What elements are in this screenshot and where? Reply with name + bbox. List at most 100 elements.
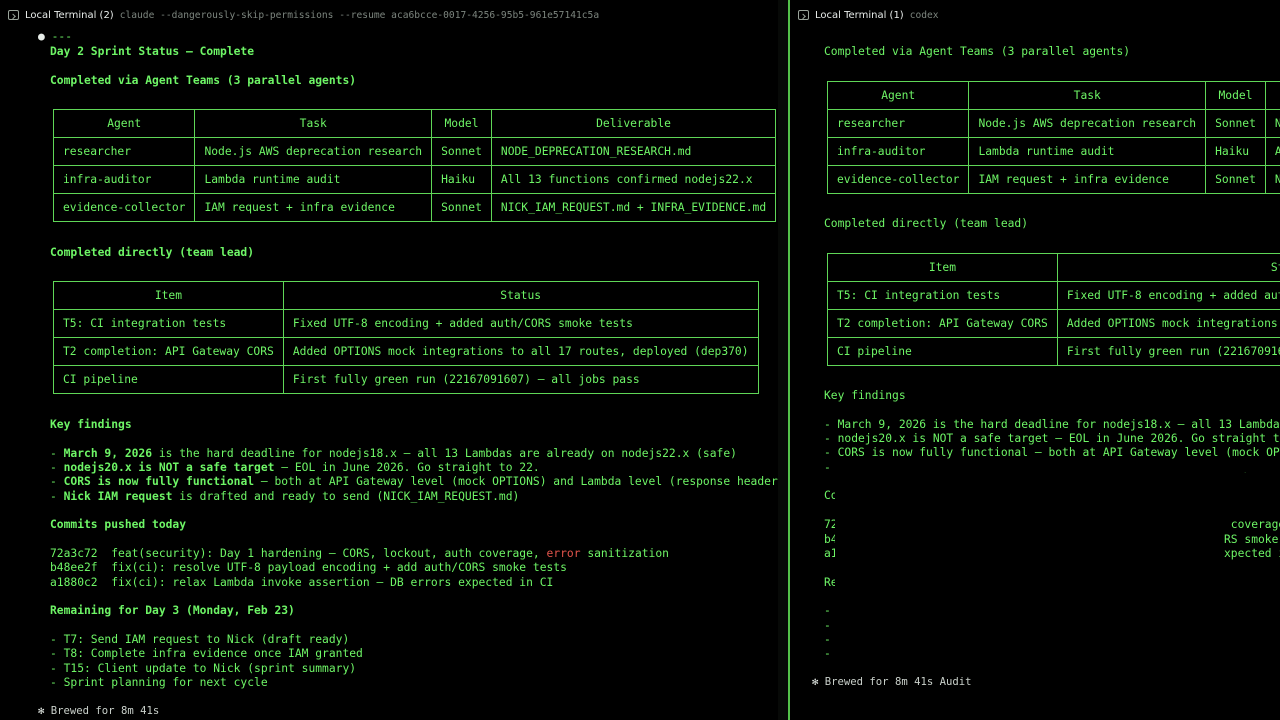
- commit-line: 72a3c72 feat(security): Day 1 hardening …: [50, 547, 669, 561]
- commit-message: feat(security): Day 1 hardening — CORS, …: [111, 547, 547, 560]
- remaining-item: - T15: Client update to Nick (sprint sum…: [50, 662, 357, 675]
- brewed-text: Brewed for 8m 41s: [50, 705, 160, 717]
- table-row: CI pipeline First fully green run (22167…: [827, 337, 1280, 366]
- table-header-row: Item Status: [827, 253, 1280, 282]
- table-header-row: Agent Task Model: [826, 81, 1280, 110]
- remaining-heading: Remaining for Day 3 (Monday, Feb 23): [50, 604, 295, 617]
- table-cell: NICK_IAM_REQUEST.md + INFRA_EVIDENCE.md: [490, 193, 777, 222]
- table-cell: Node.js AWS deprecation research: [968, 109, 1207, 138]
- finding-line: - nodejs20.x is NOT a safe target — EOL …: [50, 461, 540, 475]
- finding-line: - CORS is now fully functional — both at…: [824, 446, 1280, 459]
- table-row: infra-auditor Lambda runtime audit Haiku…: [826, 137, 1280, 166]
- commit-hash: b48ee2f: [50, 561, 98, 574]
- table-cell: Fixed UTF-8 encoding + added auth/CO: [1056, 281, 1280, 310]
- direct-heading: Completed directly (team lead): [50, 246, 255, 259]
- bullet-dot-icon: ●: [38, 30, 45, 43]
- terminal-command: codex: [909, 9, 939, 21]
- finding-line: - nodejs20.x is NOT a safe target — EOL …: [824, 432, 1280, 445]
- partial-line: -: [824, 604, 831, 617]
- commit-message: fix(ci): resolve UTF-8 payload encoding …: [111, 561, 567, 574]
- finding-rest: — both at API Gateway level (mock OPTION…: [254, 475, 779, 488]
- table-header-cell: Status: [282, 281, 759, 310]
- table-row: researcher Node.js AWS deprecation resea…: [826, 109, 1280, 138]
- partial-line-tail: coverage,: [1230, 518, 1280, 531]
- table-cell: Haiku: [1205, 137, 1266, 166]
- agents-table: Agent Task Model researcher Node.js AWS …: [826, 81, 1280, 194]
- table-cell: T2 completion: API Gateway CORS: [827, 309, 1058, 338]
- commit-message-end: sanitization: [580, 547, 669, 560]
- table-cell: IAM request + infra evidence: [968, 165, 1207, 194]
- finding-rest: is the hard deadline for nodejs18.x — al…: [152, 447, 737, 460]
- direct-table: Item Status T5: CI integration tests Fix…: [53, 281, 759, 394]
- table-header-cell: Agent: [52, 109, 196, 138]
- commit-line: a1880c2 fix(ci): relax Lambda invoke ass…: [50, 576, 553, 590]
- overlay-edge: [1223, 462, 1280, 472]
- table-cell: T2 completion: API Gateway CORS: [53, 337, 284, 366]
- terminal-titlebar-left[interactable]: Local Terminal (2) claude --dangerously-…: [0, 0, 778, 30]
- agents-table: Agent Task Model Deliverable researcher …: [52, 109, 777, 222]
- finding-line: - March 9, 2026 is the hard deadline for…: [824, 418, 1280, 431]
- terminal-titlebar-right[interactable]: Local Terminal (1) codex: [790, 0, 1280, 30]
- terminal-command: claude --dangerously-skip-permissions --…: [119, 9, 600, 21]
- finding-prefix: -: [50, 490, 64, 503]
- table-header-cell: Deliverable: [490, 109, 777, 138]
- status-heading: Day 2 Sprint Status — Complete: [50, 45, 255, 58]
- finding-line: - CORS is now fully functional — both at…: [50, 475, 779, 489]
- remaining-item: - Sprint planning for next cycle: [50, 676, 268, 689]
- table-cell: Sonnet: [431, 137, 492, 166]
- table-row: T2 completion: API Gateway CORS Added OP…: [827, 309, 1280, 338]
- table-cell: infra-auditor: [826, 137, 970, 166]
- findings-heading: Key findings: [824, 389, 906, 402]
- terminal-tab-title[interactable]: Local Terminal (1): [815, 10, 904, 21]
- terminal-pane-left[interactable]: Local Terminal (2) claude --dangerously-…: [0, 0, 779, 720]
- table-cell: IAM request + infra evidence: [194, 193, 433, 222]
- finding-prefix: -: [50, 475, 64, 488]
- table-cell: First fully green run (22167091607) — al…: [282, 365, 759, 394]
- table-row: T5: CI integration tests Fixed UTF-8 enc…: [53, 309, 759, 338]
- table-header-cell: Model: [1205, 81, 1266, 110]
- partial-line: -: [824, 619, 831, 632]
- finding-prefix: -: [50, 447, 64, 460]
- table-cell: Lambda runtime audit: [194, 165, 433, 194]
- overlay-popup: [835, 460, 1223, 677]
- table-cell: researcher: [52, 137, 196, 166]
- finding-bold: CORS is now fully functional: [63, 475, 255, 488]
- findings-heading: Key findings: [50, 418, 132, 431]
- direct-heading: Completed directly (team lead): [824, 217, 1029, 230]
- table-cell: NODE_DEPRECATION_RESEARCH.md: [490, 137, 777, 166]
- finding-bold: nodejs20.x is NOT a safe target: [63, 461, 275, 474]
- table-row: researcher Node.js AWS deprecation resea…: [52, 137, 777, 166]
- table-header-cell: Item: [827, 253, 1058, 282]
- finding-rest: — EOL in June 2026. Go straight to 22.: [274, 461, 540, 474]
- table-header-cell: Model: [431, 109, 492, 138]
- table-cell: Sonnet: [431, 193, 492, 222]
- brewed-status: ✻ Brewed for 8m 41s Audit: [812, 676, 971, 688]
- table-cell: T5: CI integration tests: [53, 309, 284, 338]
- terminal-pane-right[interactable]: Local Terminal (1) codex Completed via A…: [788, 0, 1280, 720]
- table-cell: All 1: [1264, 137, 1280, 166]
- table-row: evidence-collector IAM request + infra e…: [52, 193, 777, 222]
- commit-hash: 72a3c72: [50, 547, 98, 560]
- finding-prefix: -: [50, 461, 64, 474]
- direct-table: Item Status T5: CI integration tests Fix…: [827, 253, 1280, 366]
- table-header-row: Item Status: [53, 281, 759, 310]
- table-cell: Lambda runtime audit: [968, 137, 1207, 166]
- terminal-tab-title[interactable]: Local Terminal (2): [25, 10, 114, 21]
- remaining-item: - T7: Send IAM request to Nick (draft re…: [50, 633, 350, 646]
- table-header-cell: [1264, 81, 1280, 110]
- partial-line-tail: RS smoke t: [1224, 533, 1279, 546]
- sparkle-icon: ✻: [38, 705, 45, 717]
- table-cell: All 13 functions confirmed nodejs22.x: [490, 165, 777, 194]
- table-header-cell: Task: [968, 81, 1207, 110]
- overlay-edge: [1223, 562, 1280, 677]
- table-cell: Sonnet: [1205, 165, 1266, 194]
- terminal-icon: [798, 10, 809, 20]
- table-header-cell: Item: [53, 281, 284, 310]
- table-header-cell: Status: [1056, 253, 1280, 282]
- pane-divider[interactable]: [778, 0, 788, 720]
- table-cell: Fixed UTF-8 encoding + added auth/CORS s…: [282, 309, 759, 338]
- table-cell: T5: CI integration tests: [827, 281, 1058, 310]
- table-cell: NODE_: [1264, 109, 1280, 138]
- sparkle-icon: ✻: [812, 676, 819, 688]
- commit-error-word: error: [546, 547, 581, 560]
